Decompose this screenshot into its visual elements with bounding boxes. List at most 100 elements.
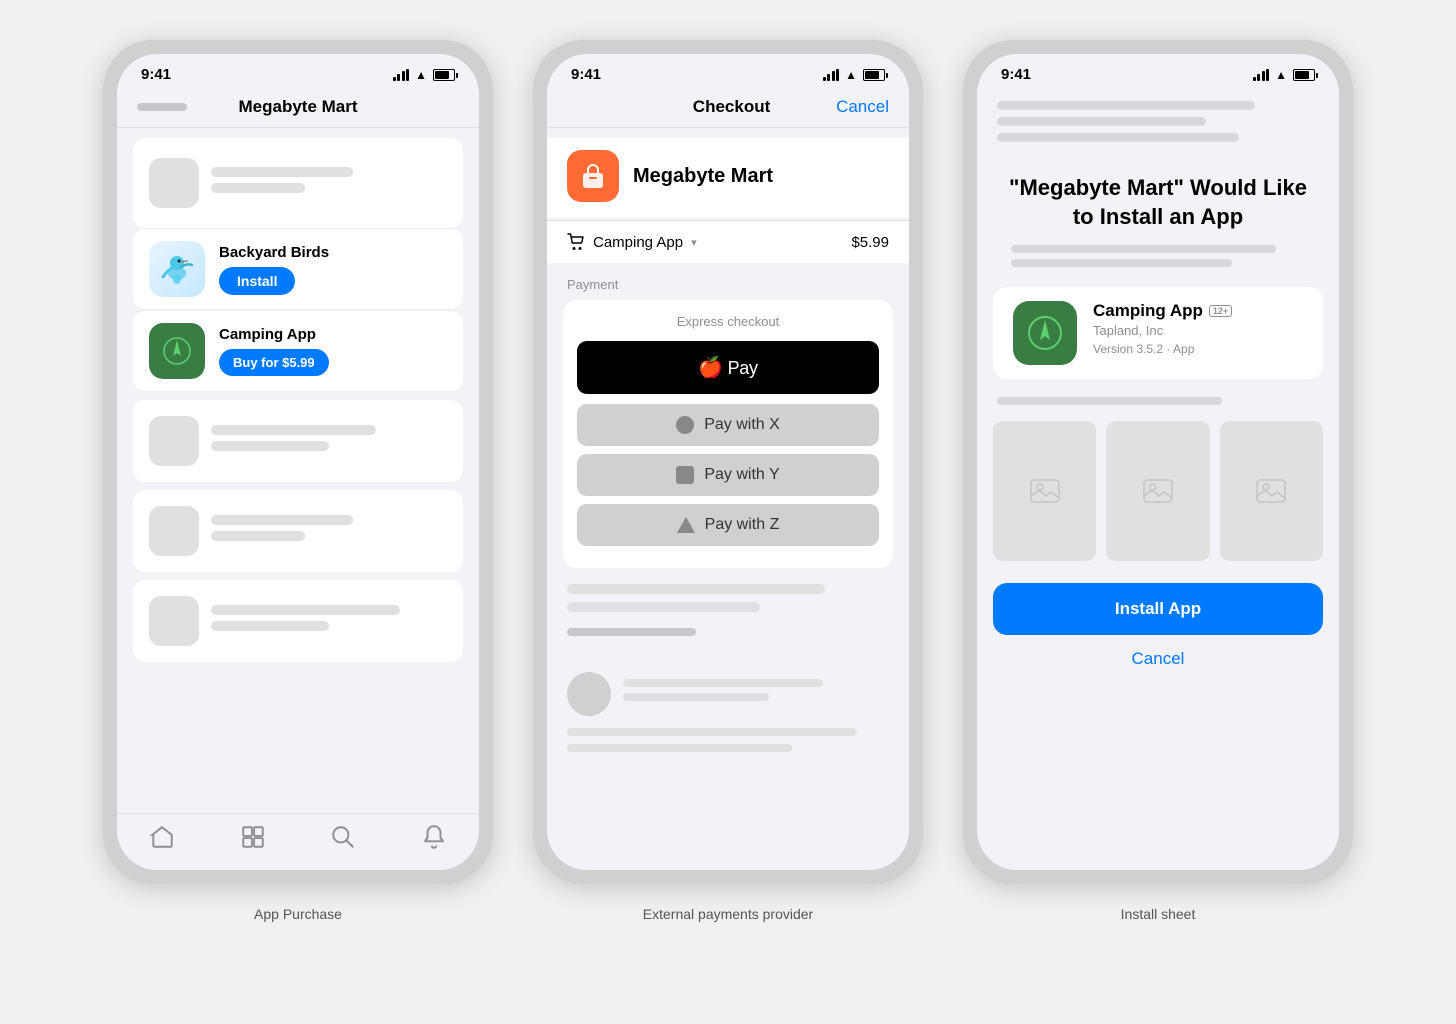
phone1-label: App Purchase [254, 906, 342, 922]
cart-price: $5.99 [851, 234, 889, 251]
skel-line-1b [211, 183, 305, 193]
camping-large-svg [1025, 313, 1065, 353]
avatar-row [547, 660, 909, 728]
battery-icon-3 [1293, 69, 1315, 81]
install-sheet-header: "Megabyte Mart" Would Like to Install an… [977, 154, 1339, 287]
payment-label: Payment [547, 277, 909, 300]
skel-row-4 [133, 584, 463, 658]
mid-skel [977, 391, 1339, 421]
skel-icon-3 [149, 506, 199, 556]
cancel-button-nav[interactable]: Cancel [836, 97, 889, 117]
status-bar-1: 9:41 ▲ [117, 54, 479, 89]
title-skel-2 [1011, 259, 1232, 267]
tab-search[interactable] [330, 824, 356, 850]
install-content: "Megabyte Mart" Would Like to Install an… [977, 89, 1339, 870]
install-title: "Megabyte Mart" Would Like to Install an… [1001, 174, 1315, 231]
signal-icon-3 [1253, 69, 1270, 81]
version-info: Version 3.5.2 · App [1093, 342, 1232, 356]
phone2-label: External payments provider [643, 906, 813, 922]
pay-x-button[interactable]: Pay with X [577, 404, 879, 446]
camping-app-row: Camping App Buy for $5.99 [133, 310, 463, 392]
screenshot-1 [993, 421, 1096, 561]
top-skel-3 [997, 133, 1239, 142]
phone-frame-2: 9:41 ▲ Checkout [533, 40, 923, 884]
skel-text-2 [211, 425, 447, 457]
merchant-icon [567, 150, 619, 202]
nav-back-1 [137, 103, 197, 111]
bell-icon [421, 824, 447, 850]
apple-pay-button[interactable]: 🍎 Pay [577, 341, 879, 394]
top-skel-1 [997, 101, 1255, 110]
status-icons-3: ▲ [1253, 68, 1315, 82]
skel-4a [211, 605, 400, 615]
skel-block-3 [567, 628, 696, 636]
pay-z-icon [677, 517, 695, 533]
skel-text-1 [211, 167, 447, 199]
install-app-button[interactable]: Install App [993, 583, 1323, 635]
status-time-3: 9:41 [1001, 66, 1031, 83]
skel-block-1 [567, 584, 825, 594]
tab-bar-1 [117, 813, 479, 870]
top-skel-2 [997, 117, 1206, 126]
bottom-skel [547, 728, 909, 752]
skel-row-3 [133, 494, 463, 568]
pay-z-button[interactable]: Pay with Z [577, 504, 879, 546]
library-icon [240, 824, 266, 850]
phone-screen-2: 9:41 ▲ Checkout [547, 54, 909, 870]
tab-home[interactable] [149, 824, 175, 850]
avatar-skel-1 [623, 679, 823, 687]
avatar-skel-2 [623, 693, 769, 701]
wifi-icon-2: ▲ [845, 68, 857, 82]
install-button[interactable]: Install [219, 267, 295, 295]
skel-row-2 [133, 404, 463, 478]
cart-row: Camping App ▾ $5.99 [547, 220, 909, 263]
apple-pay-label: Pay [723, 358, 758, 378]
camping-app-icon [149, 323, 205, 379]
app-info-text: Camping App 12+ Tapland, Inc Version 3.5… [1093, 301, 1232, 356]
phone-3-column: 9:41 ▲ [963, 40, 1353, 922]
cart-chevron: ▾ [691, 236, 697, 249]
cart-item-name: Camping App [593, 234, 683, 251]
install-app-name: Camping App [1093, 301, 1203, 321]
phone-frame-1: 9:41 ▲ [103, 40, 493, 884]
status-icons-2: ▲ [823, 68, 885, 82]
status-time-2: 9:41 [571, 66, 601, 83]
tab-notifications[interactable] [421, 824, 447, 850]
install-cancel-link[interactable]: Cancel [977, 645, 1339, 679]
phone-screen-3: 9:41 ▲ [977, 54, 1339, 870]
status-time-1: 9:41 [141, 66, 171, 83]
home-icon [149, 824, 175, 850]
bottom-skel-2 [567, 744, 792, 752]
search-icon [330, 824, 356, 850]
age-badge: 12+ [1209, 305, 1232, 317]
pay-y-button[interactable]: Pay with Y [577, 454, 879, 496]
nav-bar-1: Megabyte Mart [117, 89, 479, 128]
image-icon-2 [1143, 479, 1173, 503]
bird-app-details: Backyard Birds Install [219, 244, 447, 295]
screenshot-row [977, 421, 1339, 575]
wifi-icon-1: ▲ [415, 68, 427, 82]
status-icons-1: ▲ [393, 68, 455, 82]
image-icon-3 [1256, 479, 1286, 503]
phone-2-column: 9:41 ▲ Checkout [533, 40, 923, 922]
developer-name: Tapland, Inc [1093, 323, 1232, 338]
avatar-skel [623, 679, 889, 709]
skel-4b [211, 621, 329, 631]
express-checkout-box: Express checkout 🍎 Pay Pay with X [563, 300, 893, 568]
skel-text-4 [211, 605, 447, 637]
skel-icon-1 [149, 158, 199, 208]
merchant-row: Megabyte Mart [547, 138, 909, 218]
tab-library[interactable] [240, 824, 266, 850]
cart-left: Camping App ▾ [567, 233, 697, 251]
screenshot-2 [1106, 421, 1209, 561]
nav-back-bar-1 [137, 103, 187, 111]
nav-title-1: Megabyte Mart [238, 97, 357, 117]
skel-2b [211, 441, 329, 451]
pay-x-icon [676, 416, 694, 434]
buy-button[interactable]: Buy for $5.99 [219, 349, 329, 376]
status-bar-2: 9:41 ▲ [547, 54, 909, 89]
camping-app-details: Camping App Buy for $5.99 [219, 326, 447, 376]
payment-section: Payment Express checkout 🍎 Pay Pay with … [547, 277, 909, 752]
battery-icon-1 [433, 69, 455, 81]
skeleton-row-1 [133, 146, 463, 220]
